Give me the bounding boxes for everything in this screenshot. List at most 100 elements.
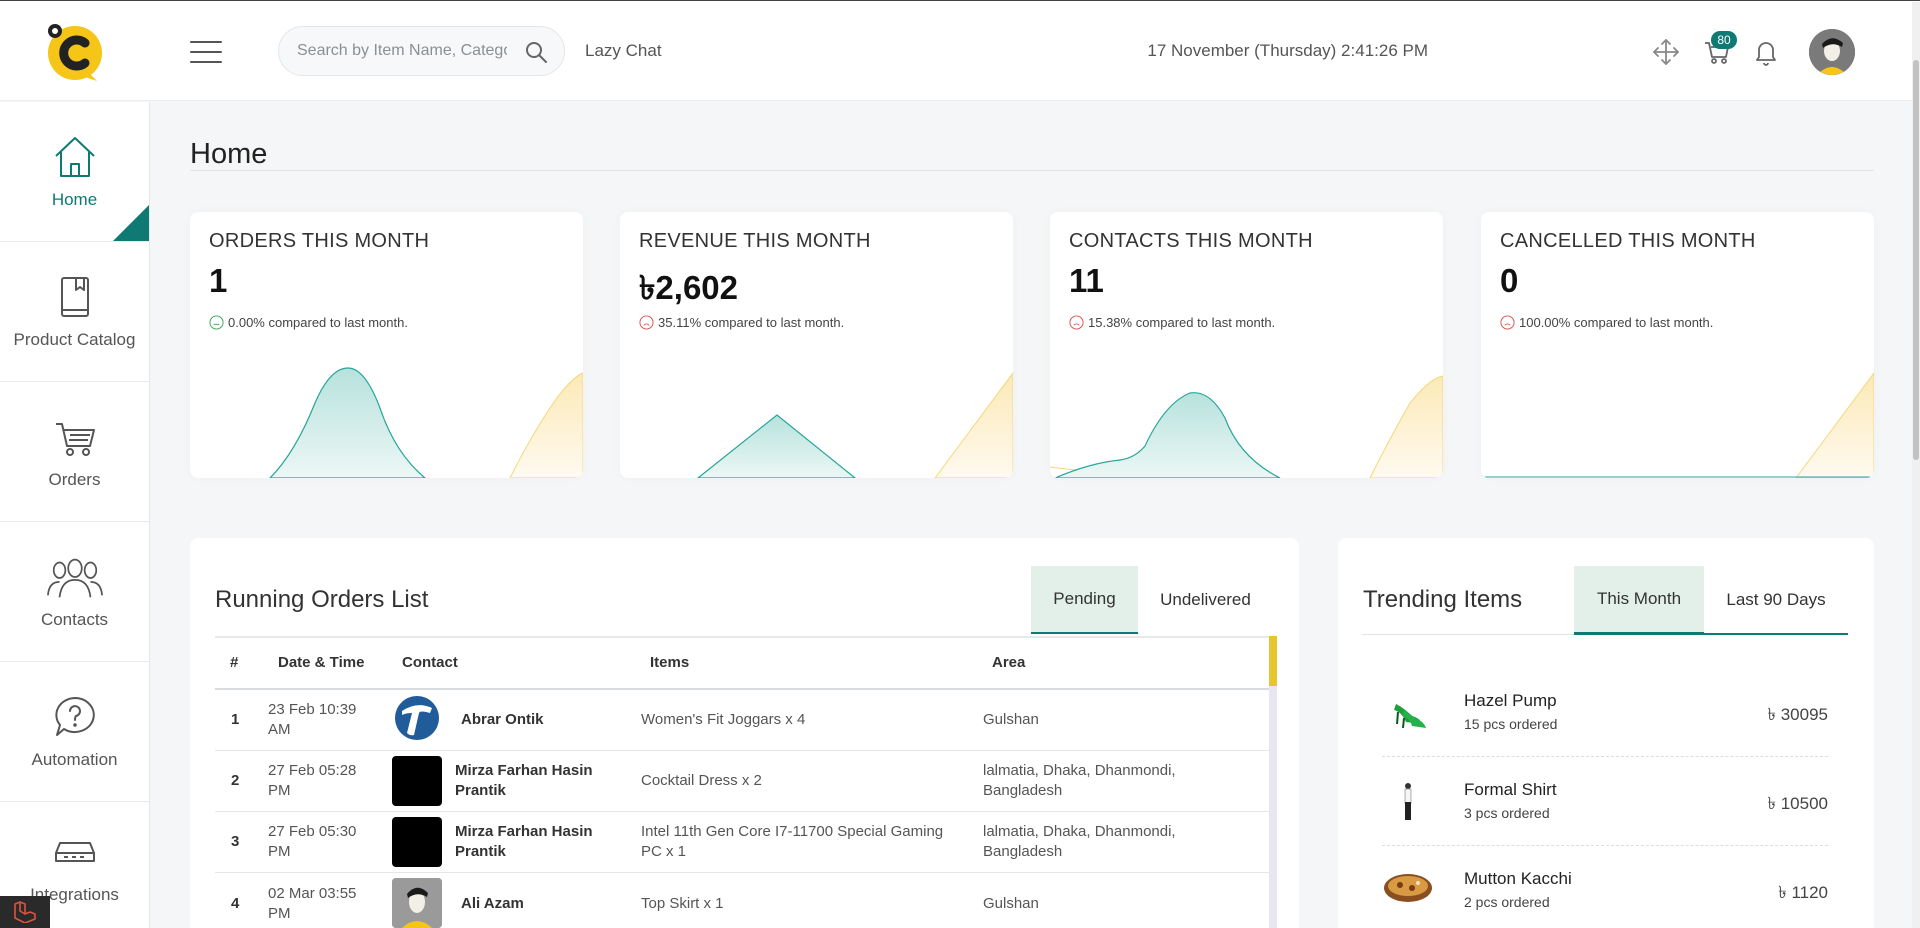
router-icon bbox=[54, 841, 95, 862]
search-icon[interactable] bbox=[524, 40, 548, 64]
contact-avatar bbox=[392, 817, 442, 867]
tab-undelivered[interactable]: Undelivered bbox=[1138, 566, 1273, 634]
row-contact: Ali Azam bbox=[461, 895, 524, 912]
tab-pending[interactable]: Pending bbox=[1031, 566, 1138, 634]
people-icon bbox=[46, 558, 103, 597]
date-line: 02 Mar 03:55 bbox=[268, 885, 357, 902]
area-line: Bangladesh bbox=[983, 843, 1063, 860]
product-thumbnail bbox=[1404, 783, 1412, 820]
active-corner-marker bbox=[113, 205, 149, 241]
date-line: AM bbox=[268, 721, 291, 738]
tab-this-month[interactable]: This Month bbox=[1574, 566, 1704, 634]
sidebar-item-product-catalog[interactable]: Product Catalog bbox=[0, 242, 149, 382]
laravel-icon bbox=[14, 901, 36, 923]
table-scrollbar-thumb[interactable] bbox=[1269, 636, 1277, 686]
sidebar-item-label: Product Catalog bbox=[13, 329, 136, 349]
stat-value: ৳2,602 bbox=[639, 269, 739, 306]
hamburger-line bbox=[190, 41, 222, 43]
product-thumbnail bbox=[1394, 704, 1426, 729]
row-date: 02 Mar 03:55 PM bbox=[268, 884, 356, 924]
area-line: lalmatia, Dhaka, Dhanmondi, bbox=[983, 762, 1176, 779]
column-header: # bbox=[230, 654, 239, 671]
column-header: Area bbox=[992, 654, 1026, 671]
search-input[interactable] bbox=[297, 27, 507, 75]
item-price: ৳ 1120 bbox=[1778, 883, 1828, 902]
contact-line: Prantik bbox=[455, 782, 506, 799]
sidebar-item-home[interactable]: Home bbox=[0, 102, 149, 242]
user-avatar[interactable] bbox=[1809, 29, 1855, 75]
divider bbox=[215, 811, 1273, 812]
bell-icon[interactable] bbox=[1753, 38, 1779, 66]
stat-title: ORDERS THIS MONTH bbox=[209, 230, 430, 252]
debugbar-toggle[interactable] bbox=[0, 896, 50, 928]
divider bbox=[215, 688, 1273, 690]
panel-title: Trending Items bbox=[1363, 586, 1523, 613]
row-date: 27 Feb 05:30 PM bbox=[268, 822, 356, 862]
divider bbox=[215, 636, 1273, 638]
stat-card-revenue: REVENUE THIS MONTH ৳2,602 35.11% compare… bbox=[620, 212, 1013, 478]
item-price: ৳ 10500 bbox=[1767, 794, 1828, 813]
stat-title: CANCELLED THIS MONTH bbox=[1500, 230, 1756, 252]
question-bubble-icon bbox=[54, 696, 95, 736]
sidebar-item-orders[interactable]: Orders bbox=[0, 382, 149, 522]
fullscreen-icon[interactable] bbox=[1652, 38, 1680, 66]
row-contact: Mirza Farhan Hasin Prantik bbox=[455, 822, 593, 862]
cart-icon bbox=[55, 422, 95, 456]
cart-count-badge: 80 bbox=[1711, 31, 1737, 49]
date-line: 23 Feb 10:39 bbox=[268, 701, 357, 718]
orders-sparkline bbox=[269, 367, 583, 478]
column-header: Date & Time bbox=[278, 654, 365, 671]
menu-toggle-button[interactable] bbox=[190, 41, 222, 63]
divider bbox=[190, 170, 1874, 171]
column-header: Contact bbox=[402, 654, 458, 671]
search-box bbox=[278, 26, 565, 76]
sidebar-item-label: Contacts bbox=[40, 609, 109, 629]
item-price: ৳ 30095 bbox=[1767, 705, 1828, 724]
lazy-chat-link[interactable]: Lazy Chat bbox=[585, 41, 662, 61]
top-bar: Lazy Chat 17 November (Thursday) 2:41:26… bbox=[0, 0, 1920, 101]
row-number: 4 bbox=[231, 895, 240, 912]
tab-last-90-days[interactable]: Last 90 Days bbox=[1704, 566, 1848, 634]
date-line: PM bbox=[268, 782, 291, 799]
sidebar-item-automation[interactable]: Automation bbox=[0, 662, 149, 802]
date-line: PM bbox=[268, 843, 291, 860]
book-icon bbox=[60, 276, 89, 317]
row-items: Women's Fit Joggars x 4 bbox=[641, 711, 806, 728]
item-name: Mutton Kacchi bbox=[1464, 869, 1572, 888]
divider bbox=[215, 750, 1273, 751]
product-thumbnail bbox=[1384, 874, 1432, 902]
row-area: Gulshan bbox=[983, 711, 1039, 728]
avatar-image bbox=[392, 878, 442, 928]
divider bbox=[1382, 756, 1828, 757]
contact-line: Mirza Farhan Hasin bbox=[455, 762, 593, 779]
area-line: lalmatia, Dhaka, Dhanmondi, bbox=[983, 823, 1176, 840]
contact-avatar bbox=[392, 756, 442, 806]
items-line: Intel 11th Gen Core I7-11700 Special Gam… bbox=[641, 823, 944, 840]
contacts-sparkline bbox=[1050, 375, 1443, 478]
row-number: 3 bbox=[231, 833, 240, 850]
row-items: Cocktail Dress x 2 bbox=[641, 772, 762, 789]
date-line: 27 Feb 05:30 bbox=[268, 823, 357, 840]
row-area: lalmatia, Dhaka, Dhanmondi, Bangladesh bbox=[983, 822, 1176, 862]
row-date: 27 Feb 05:28 PM bbox=[268, 761, 356, 801]
row-area: Gulshan bbox=[983, 895, 1039, 912]
hamburger-line bbox=[190, 61, 222, 63]
stat-title: CONTACTS THIS MONTH bbox=[1069, 230, 1313, 252]
logo[interactable] bbox=[45, 23, 105, 81]
contact-logo-image bbox=[395, 696, 439, 740]
current-datetime: 17 November (Thursday) 2:41:26 PM bbox=[1147, 41, 1428, 60]
row-items: Intel 11th Gen Core I7-11700 Special Gam… bbox=[641, 822, 943, 862]
items-line: PC x 1 bbox=[641, 843, 687, 860]
panel-title: Running Orders List bbox=[215, 586, 429, 613]
stat-value: 1 bbox=[209, 262, 228, 299]
row-number: 2 bbox=[231, 772, 240, 789]
row-contact: Abrar Ontik bbox=[461, 711, 544, 728]
stat-title: REVENUE THIS MONTH bbox=[639, 230, 871, 252]
page-scrollbar-thumb[interactable] bbox=[1913, 60, 1919, 460]
stat-card-cancelled: CANCELLED THIS MONTH 0 100.00% compared … bbox=[1481, 212, 1874, 478]
sidebar-item-contacts[interactable]: Contacts bbox=[0, 522, 149, 662]
row-area: lalmatia, Dhaka, Dhanmondi, Bangladesh bbox=[983, 761, 1176, 801]
home-icon bbox=[54, 136, 95, 177]
item-name: Formal Shirt bbox=[1464, 780, 1557, 799]
revenue-sparkline bbox=[697, 372, 1013, 478]
